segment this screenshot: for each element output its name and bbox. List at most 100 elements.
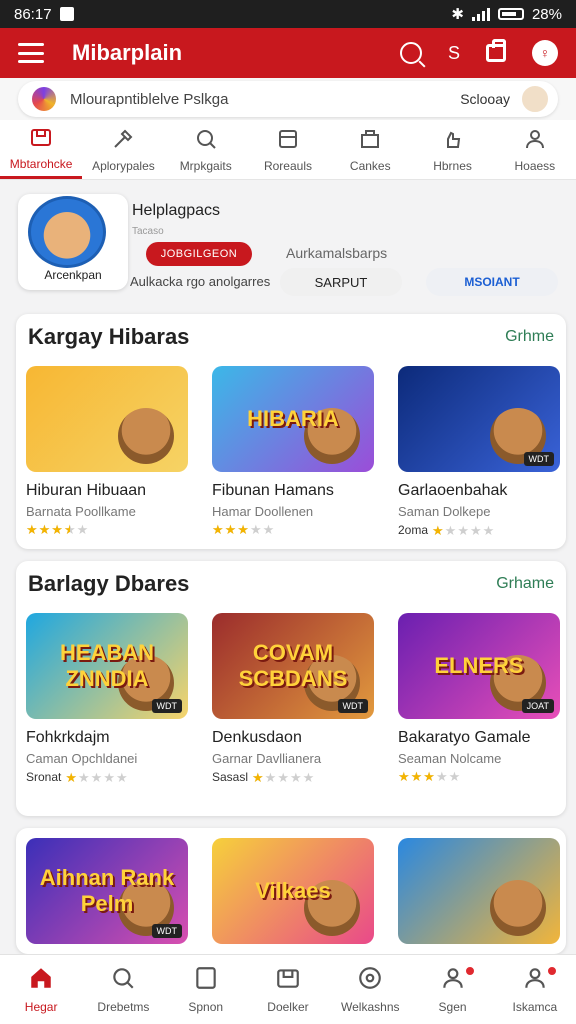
game-card[interactable]: WDT Garlaoenbahak Saman Dolkepe 2oma★★★★★★★… [398,366,560,537]
home-icon [28,965,54,994]
profile-card[interactable]: Arcenkpan [18,194,128,290]
game-thumbnail[interactable]: Aihnan Rank Pelm WDT [26,838,188,944]
tab-label: Roreauls [263,158,312,173]
game-card[interactable]: Vilkaes [212,838,374,944]
game-name: Denkusdaon [212,729,302,746]
menu-icon[interactable] [18,43,44,63]
game-name: Hiburan Hibuaan [26,482,147,499]
game-name: Fohkrkdajm [26,729,110,746]
search-right-label: Sclooay [460,91,510,107]
game-thumbnail[interactable] [26,366,188,472]
tab-0[interactable]: Mbtarohcke [0,120,83,179]
section-title: Barlagy Dbares [28,571,190,596]
profile-icon [522,965,548,994]
box-icon [275,965,301,994]
game-thumb-title: HIBARIA [247,406,339,431]
section-more-link[interactable]: Grhame [496,575,554,593]
hand-icon [441,127,465,154]
tab-label: Cankes [349,158,391,173]
profile-action-button[interactable]: JOBGILGEON [146,242,252,266]
tab-2[interactable]: Mrpkgaits [165,120,247,179]
battery-icon [497,8,524,20]
game-developer: Seaman Nolcame [398,751,502,766]
compass-icon [357,965,383,994]
tab-6[interactable]: Hoaess [494,120,576,179]
tab-label: Hbrnes [433,158,472,173]
search-letter[interactable]: S [448,43,460,64]
user-icon [440,965,466,994]
game-thumb-title: HEABAN ZNNDIA [59,640,155,691]
search-icon[interactable] [399,42,422,64]
mascot-icon [118,408,174,464]
nav-item-4[interactable]: Welkashns [329,955,411,1024]
game-card[interactable]: HIBARIA Fibunan Hamans Hamar Doollenen ★★★★… [212,366,374,536]
tab-3[interactable]: Roreauls [247,120,329,179]
profile-pill-a[interactable]: SARPUT [280,268,402,296]
tab-label: Hoaess [514,158,556,173]
nav-label: Sgen [438,1000,467,1014]
profile-avatar [28,196,106,268]
game-rating: Sasasl★★★★★★★★★★ [212,770,374,784]
game-card[interactable] [398,838,560,944]
mascot-icon [490,880,546,936]
star-rating-icon: ★★★★★★★★★★ [26,522,90,537]
game-thumbnail[interactable] [398,838,560,944]
game-thumb-title: Vilkaes [255,878,331,903]
profile-subtitle: Tacaso [132,226,164,237]
game-developer: Barnata Poollkame [26,504,136,519]
game-thumbnail[interactable]: HEABAN ZNNDIA WDT [26,613,188,719]
section-more-link[interactable]: Grhme [505,328,554,346]
game-section: Kargay Hibaras Grhme Hiburan Hibuaan Barnat… [16,314,566,549]
nav-item-1[interactable]: Drebetms [82,955,164,1024]
bottom-nav: Hegar Drebetms Spnon Doelker Welkashns Sgen Is… [0,954,576,1024]
cart-icon[interactable] [486,39,506,62]
notification-icon [59,7,74,21]
game-tag: WDT [523,452,554,466]
game-thumbnail[interactable]: HIBARIA [212,366,374,472]
magnifier-icon [194,127,218,154]
nav-item-0[interactable]: Hegar [0,955,82,1024]
category-tabs: Mbtarohcke Aplorypales Mrpkgaits Roreauls Ca… [0,120,576,180]
game-card[interactable]: COVAM SCBDANS WDT Denkusdaon Garnar Davllia… [212,613,374,784]
shop-icon [358,127,382,154]
game-tag: WDT [337,699,368,713]
rating-label: 2oma [398,523,429,537]
game-thumb-title: ELNERS [434,653,524,678]
game-developer: Saman Dolkepe [398,504,491,519]
user-avatar[interactable] [520,84,550,114]
game-name: Bakaratyo Gamale [398,729,531,746]
game-thumbnail[interactable]: COVAM SCBDANS WDT [212,613,374,719]
game-tag: WDT [151,699,182,713]
nav-item-3[interactable]: Doelker [247,955,329,1024]
game-card[interactable]: Hiburan Hibuaan Barnata Poollkame ★★★★★ ★★★… [26,366,188,536]
game-card[interactable]: Aihnan Rank Pelm WDT [26,838,188,944]
star-rating-icon: ★★★★★★★★★★ [65,769,129,785]
bluetooth-icon: ✱ [451,6,464,23]
profile-pill-b[interactable]: MSOIANT [426,268,558,296]
tab-5[interactable]: Hbrnes [411,120,493,179]
rating-label: Sronat [26,770,62,784]
account-icon[interactable]: ♀ [532,40,558,66]
game-thumbnail[interactable]: WDT [398,366,560,472]
game-thumbnail[interactable]: ELNERS JOAT [398,613,560,719]
game-thumbnail[interactable]: Vilkaes [212,838,374,944]
game-card[interactable]: HEABAN ZNNDIA WDT Fohkrkdajm Caman Opchldan… [26,613,188,784]
notification-badge [545,965,558,977]
nav-item-2[interactable]: Spnon [165,955,247,1024]
game-card[interactable]: ELNERS JOAT Bakaratyo Gamale Seaman Nolcame… [398,613,560,783]
nav-label: Welkashns [341,1000,400,1014]
game-tag: WDT [151,924,182,938]
box-icon [29,125,53,152]
star-rating-icon: ★★★★★★★★★★ [398,769,462,784]
nav-label: Hegar [24,1000,58,1014]
tab-1[interactable]: Aplorypales [82,120,164,179]
app-title: Mibarplain [72,40,183,65]
search-bar[interactable]: Mlourapntiblelve Pslkga Sclooay [18,81,558,117]
tab-4[interactable]: Cankes [329,120,411,179]
tools-icon [111,127,135,154]
rating-label: Sasasl [212,770,249,784]
nav-item-5[interactable]: Sgen [411,955,493,1024]
folder-icon [193,965,219,994]
nav-item-6[interactable]: Iskamca [494,955,576,1024]
search-input[interactable]: Mlourapntiblelve Pslkga [70,91,228,108]
